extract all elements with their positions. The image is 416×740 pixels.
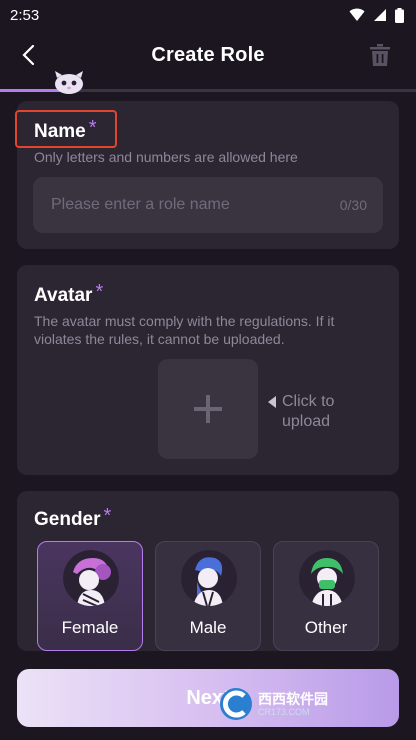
wifi-icon [349, 8, 365, 21]
avatar-upload-button[interactable] [158, 359, 258, 459]
char-counter: 0/30 [339, 197, 367, 213]
required-mark: * [95, 281, 104, 303]
other-avatar-icon [299, 550, 355, 606]
caret-left-icon [268, 396, 276, 408]
watermark-emblem-icon [220, 688, 252, 720]
name-input-container[interactable]: 0/30 [33, 177, 383, 233]
watermark-logo: 西西软件园 CR173.COM [218, 682, 398, 726]
gender-option-male[interactable]: Male [155, 541, 261, 651]
male-avatar-icon [181, 550, 237, 606]
gender-option-female[interactable]: Female [37, 541, 143, 651]
delete-button[interactable] [366, 41, 394, 69]
gender-option-label: Male [189, 618, 227, 637]
chevron-left-icon [22, 44, 35, 66]
gender-option-label: Other [304, 618, 348, 637]
status-time: 2:53 [10, 6, 40, 24]
gender-options: Female Male Other [37, 541, 379, 651]
status-bar: 2:53 [0, 0, 416, 30]
plus-icon [194, 395, 222, 423]
back-button[interactable] [14, 41, 42, 69]
required-mark: * [103, 505, 112, 527]
role-name-input[interactable] [51, 196, 311, 214]
avatar-label: Avatar * [34, 281, 104, 306]
upload-hint: Click to upload [268, 392, 352, 432]
mascot-icon [55, 71, 83, 94]
signal-icon [374, 9, 386, 21]
page-title: Create Role [151, 43, 265, 66]
avatar-card: Avatar * The avatar must comply with the … [17, 265, 399, 475]
status-icons [349, 7, 404, 23]
avatar-hint: The avatar must comply with the regulati… [34, 313, 335, 347]
gender-option-other[interactable]: Other [273, 541, 379, 651]
trash-icon [370, 44, 390, 66]
gender-label: Gender * [34, 505, 112, 530]
name-highlight-box [15, 110, 117, 148]
name-hint: Only letters and numbers are allowed her… [34, 149, 298, 165]
gender-card: Gender * Female Male Other [17, 491, 399, 651]
gender-option-label: Female [61, 618, 119, 637]
female-avatar-icon [63, 550, 119, 606]
battery-icon [395, 7, 404, 23]
